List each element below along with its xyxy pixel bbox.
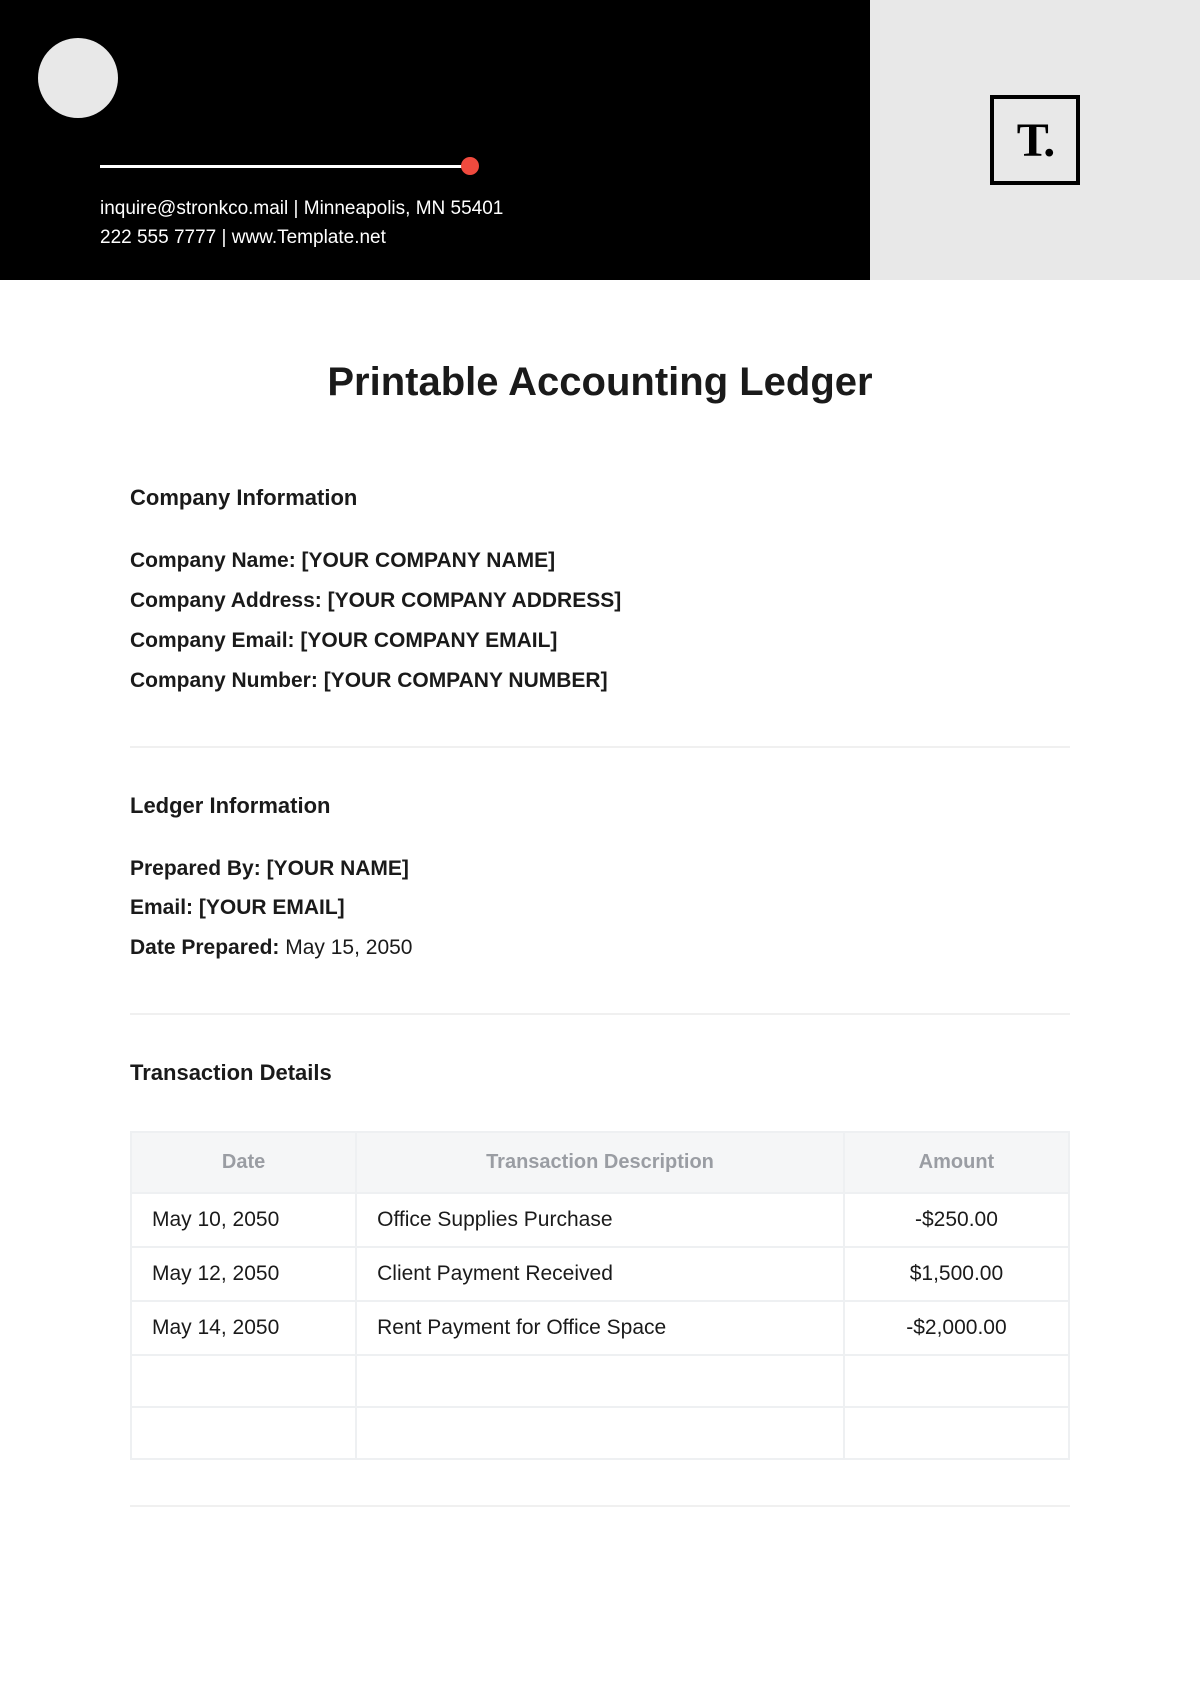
column-header-description: Transaction Description — [356, 1132, 844, 1193]
table-row — [131, 1407, 1069, 1459]
company-information-section: Company Information Company Name: [YOUR … — [130, 485, 1070, 701]
contact-line-2: 222 555 7777 | www.Template.net — [100, 224, 503, 253]
company-number-label: Company Number: — [130, 669, 324, 692]
section-divider — [130, 746, 1070, 748]
column-header-amount: Amount — [844, 1132, 1069, 1193]
logo-text: T. — [1017, 113, 1053, 168]
template-logo-icon: T. — [990, 95, 1080, 185]
contact-line-1: inquire@stronkco.mail | Minneapolis, MN … — [100, 195, 503, 224]
cell-amount — [844, 1407, 1069, 1459]
cell-amount: -$2,000.00 — [844, 1301, 1069, 1355]
company-email-label: Company Email: — [130, 629, 300, 652]
circle-icon — [38, 38, 118, 118]
cell-date: May 10, 2050 — [131, 1193, 356, 1247]
header-black-panel: inquire@stronkco.mail | Minneapolis, MN … — [0, 0, 870, 280]
transaction-details-section: Transaction Details Date Transaction Des… — [130, 1060, 1070, 1460]
divider-line-dot-icon — [100, 165, 470, 168]
transaction-details-heading: Transaction Details — [130, 1060, 1070, 1086]
table-row: May 10, 2050 Office Supplies Purchase -$… — [131, 1193, 1069, 1247]
cell-description: Rent Payment for Office Space — [356, 1301, 844, 1355]
prepared-by-label: Prepared By: — [130, 857, 267, 880]
company-name-label: Company Name: — [130, 549, 302, 572]
date-prepared-label: Date Prepared: — [130, 936, 285, 959]
company-number-value: [YOUR COMPANY NUMBER] — [324, 669, 608, 692]
ledger-email-label: Email: — [130, 896, 199, 919]
company-address-label: Company Address: — [130, 589, 328, 612]
date-prepared-value: May 15, 2050 — [285, 936, 412, 959]
transactions-table: Date Transaction Description Amount May … — [130, 1131, 1070, 1460]
cell-amount — [844, 1355, 1069, 1407]
cell-description: Client Payment Received — [356, 1247, 844, 1301]
page-header: inquire@stronkco.mail | Minneapolis, MN … — [0, 0, 1200, 280]
cell-description — [356, 1407, 844, 1459]
document-body: Printable Accounting Ledger Company Info… — [0, 280, 1200, 1507]
document-title: Printable Accounting Ledger — [130, 360, 1070, 405]
ledger-information-section: Ledger Information Prepared By: [YOUR NA… — [130, 793, 1070, 969]
ledger-email-line: Email: [YOUR EMAIL] — [130, 888, 1070, 928]
ledger-email-value: [YOUR EMAIL] — [199, 896, 345, 919]
cell-date: May 12, 2050 — [131, 1247, 356, 1301]
prepared-by-value: [YOUR NAME] — [267, 857, 409, 880]
table-row: May 12, 2050 Client Payment Received $1,… — [131, 1247, 1069, 1301]
cell-date — [131, 1407, 356, 1459]
company-name-line: Company Name: [YOUR COMPANY NAME] — [130, 541, 1070, 581]
column-header-date: Date — [131, 1132, 356, 1193]
company-info-heading: Company Information — [130, 485, 1070, 511]
prepared-by-line: Prepared By: [YOUR NAME] — [130, 849, 1070, 889]
cell-date — [131, 1355, 356, 1407]
company-number-line: Company Number: [YOUR COMPANY NUMBER] — [130, 661, 1070, 701]
company-address-line: Company Address: [YOUR COMPANY ADDRESS] — [130, 581, 1070, 621]
company-name-value: [YOUR COMPANY NAME] — [302, 549, 556, 572]
cell-description — [356, 1355, 844, 1407]
table-header-row: Date Transaction Description Amount — [131, 1132, 1069, 1193]
cell-amount: -$250.00 — [844, 1193, 1069, 1247]
company-email-value: [YOUR COMPANY EMAIL] — [300, 629, 557, 652]
table-row: May 14, 2050 Rent Payment for Office Spa… — [131, 1301, 1069, 1355]
contact-info: inquire@stronkco.mail | Minneapolis, MN … — [100, 195, 503, 252]
cell-amount: $1,500.00 — [844, 1247, 1069, 1301]
company-address-value: [YOUR COMPANY ADDRESS] — [328, 589, 622, 612]
ledger-info-heading: Ledger Information — [130, 793, 1070, 819]
table-row — [131, 1355, 1069, 1407]
cell-description: Office Supplies Purchase — [356, 1193, 844, 1247]
section-divider — [130, 1505, 1070, 1507]
cell-date: May 14, 2050 — [131, 1301, 356, 1355]
company-email-line: Company Email: [YOUR COMPANY EMAIL] — [130, 621, 1070, 661]
date-prepared-line: Date Prepared: May 15, 2050 — [130, 928, 1070, 968]
section-divider — [130, 1013, 1070, 1015]
header-gray-panel: T. — [870, 0, 1200, 280]
